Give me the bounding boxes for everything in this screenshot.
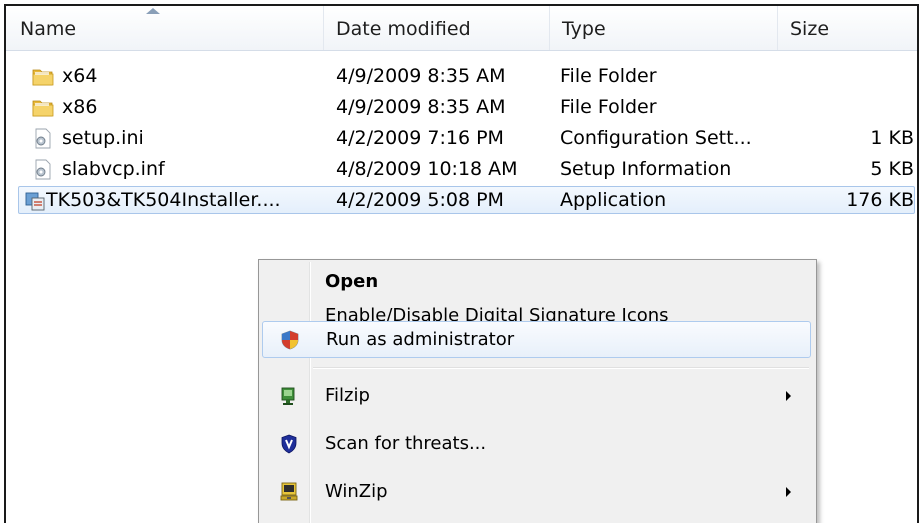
menu-item-winzip-label: WinZip [325, 481, 388, 502]
file-date: 4/9/2009 8:35 AM [336, 65, 506, 87]
config-file-icon [35, 159, 51, 180]
column-header-date[interactable]: Date modified [324, 6, 550, 50]
file-row-setup-ini[interactable]: setup.ini 4/2/2009 7:16 PM Configuration… [6, 123, 917, 154]
file-size: 1 KB [870, 127, 914, 149]
folder-icon [32, 69, 54, 86]
menu-item-filzip[interactable]: Filzip [262, 378, 811, 414]
menu-separator [313, 367, 809, 369]
file-type: File Folder [560, 65, 657, 87]
file-date: 4/9/2009 8:35 AM [336, 96, 506, 118]
menu-item-run-as-admin[interactable]: Run as administrator [262, 321, 811, 358]
menu-item-scan-label: Scan for threats... [325, 433, 487, 454]
file-date: 4/8/2009 10:18 AM [336, 158, 518, 180]
menu-item-run-as-admin-label: Run as administrator [326, 329, 515, 350]
file-name: TK503&TK504Installer.... [46, 189, 281, 211]
column-header-name-label: Name [20, 18, 77, 40]
file-size: 176 KB [846, 189, 914, 211]
column-header-type-label: Type [562, 18, 606, 40]
file-name: slabvcp.inf [62, 158, 165, 180]
file-date: 4/2/2009 7:16 PM [336, 127, 504, 149]
filzip-icon [281, 387, 295, 405]
file-row-installer[interactable]: TK503&TK504Installer.... 4/2/2009 5:08 P… [6, 185, 917, 216]
file-row-slabvcp-inf[interactable]: slabvcp.inf 4/8/2009 10:18 AM Setup Info… [6, 154, 917, 185]
uac-shield-icon [281, 330, 299, 350]
file-name: setup.ini [62, 127, 144, 149]
antivirus-shield-icon [281, 434, 297, 454]
sort-ascending-icon [146, 8, 160, 14]
column-header-type[interactable]: Type [550, 6, 778, 50]
file-size [766, 61, 914, 92]
context-menu: Open Enable/Disable Digital Signature Ic… [258, 259, 817, 523]
menu-item-scan[interactable]: Scan for threats... [262, 426, 811, 462]
file-date: 4/2/2009 5:08 PM [336, 189, 504, 211]
file-name: x86 [62, 96, 98, 118]
folder-icon [32, 100, 54, 117]
submenu-arrow-icon [786, 487, 791, 497]
menu-item-filzip-label: Filzip [325, 385, 370, 406]
column-header-size-label: Size [790, 18, 830, 40]
file-type: Configuration Sett... [560, 127, 752, 149]
column-header-bar: Name Date modified Type Size [6, 6, 917, 51]
installer-icon [25, 192, 45, 211]
explorer-file-list: Name Date modified Type Size x64 4/9/200… [4, 4, 919, 523]
file-type: Setup Information [560, 158, 732, 180]
column-header-size[interactable]: Size [778, 6, 917, 50]
file-size [766, 92, 914, 123]
menu-item-open-label: Open [325, 271, 379, 292]
config-file-icon [35, 128, 51, 149]
column-header-name[interactable]: Name [6, 6, 324, 50]
file-type: File Folder [560, 96, 657, 118]
file-size: 5 KB [870, 158, 914, 180]
submenu-arrow-icon [786, 391, 791, 401]
menu-item-open[interactable]: Open [262, 264, 811, 300]
column-header-date-label: Date modified [336, 18, 471, 40]
file-type: Application [560, 189, 667, 211]
file-row-x64[interactable]: x64 4/9/2009 8:35 AM File Folder [6, 61, 917, 92]
winzip-icon [280, 482, 298, 501]
menu-item-winzip[interactable]: WinZip [262, 474, 811, 510]
file-name: x64 [62, 65, 98, 87]
file-row-x86[interactable]: x86 4/9/2009 8:35 AM File Folder [6, 92, 917, 123]
